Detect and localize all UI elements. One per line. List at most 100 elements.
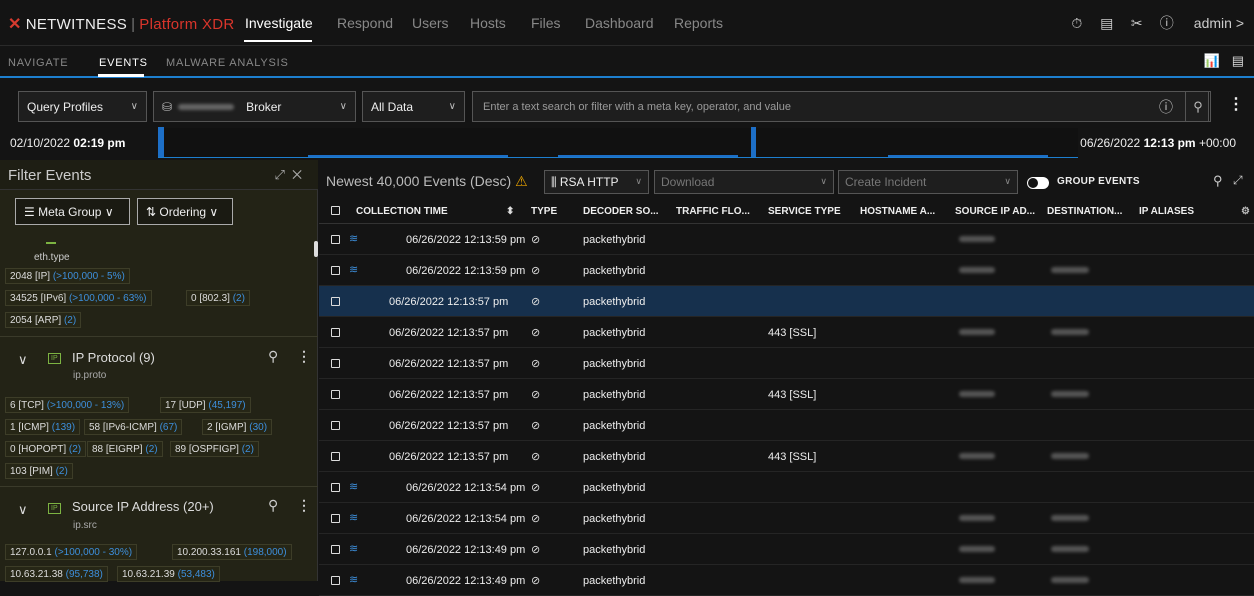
proto-chip[interactable]: 6 [TCP] (>100,000 - 13%) <box>5 397 130 413</box>
info-icon[interactable]: ⓘ <box>1159 97 1173 117</box>
src-chip[interactable]: 10.63.21.39 (53,483) <box>117 566 220 582</box>
src-chip[interactable]: 10.63.21.38 (95,738) <box>5 566 108 582</box>
nav-files[interactable]: Files <box>531 0 561 46</box>
row-checkbox[interactable] <box>331 545 340 554</box>
query-profiles-select[interactable]: Query Profiles ∨ <box>18 91 147 122</box>
row-checkbox[interactable] <box>331 297 340 306</box>
table-row[interactable]: ≋ 06/26/2022 12:13:59 pm ⊘ packethybrid <box>319 224 1254 255</box>
select-all-checkbox[interactable] <box>331 206 340 215</box>
search-icon[interactable]: ⚲ <box>1213 173 1223 189</box>
row-checkbox[interactable] <box>331 452 340 461</box>
table-row[interactable]: 06/26/2022 12:13:57 pm ⊘ packethybrid <box>319 348 1254 379</box>
help-icon[interactable]: ⓘ <box>1152 13 1182 33</box>
src-chip[interactable]: 127.0.0.1 (>100,000 - 30%) <box>5 544 138 560</box>
search-icon[interactable]: ⚲ <box>268 348 278 365</box>
col-hostname[interactable]: HOSTNAME A... <box>860 206 935 217</box>
col-ip-aliases[interactable]: IP ALIASES <box>1139 206 1194 217</box>
close-icon[interactable]: ✕ <box>292 167 302 182</box>
col-collection-time[interactable]: COLLECTION TIME <box>356 206 448 217</box>
nav-users[interactable]: Users <box>412 0 449 46</box>
eth-chip[interactable]: 34525 [IPv6] (>100,000 - 63%) <box>5 290 152 306</box>
ordering-button[interactable]: ⇅ Ordering ∨ <box>137 198 233 225</box>
ip-protocol-title[interactable]: IP Protocol (9) <box>72 350 155 365</box>
grouped-events-icon[interactable]: ≋ <box>349 542 358 555</box>
settings-icon[interactable]: ⚙ <box>1241 206 1250 217</box>
proto-chip[interactable]: 88 [EIGRP] (2) <box>87 441 163 457</box>
row-checkbox[interactable] <box>331 359 340 368</box>
proto-chip[interactable]: 89 [OSPFIGP] (2) <box>170 441 259 457</box>
src-chip[interactable]: 10.200.33.161 (198,000) <box>172 544 292 560</box>
sort-icon[interactable]: ⬍ <box>506 206 514 217</box>
data-range-select[interactable]: All Data ∨ <box>362 91 465 122</box>
table-row[interactable]: ≋ 06/26/2022 12:13:49 pm ⊘ packethybrid <box>319 534 1254 565</box>
timeline-chart[interactable] <box>158 127 1078 158</box>
row-checkbox[interactable] <box>331 390 340 399</box>
service-select[interactable]: ⛁ Broker ∨ <box>153 91 356 122</box>
col-type[interactable]: TYPE <box>531 206 557 217</box>
nav-dashboard[interactable]: Dashboard <box>585 0 654 46</box>
chart-icon[interactable]: 📊 <box>1204 53 1220 69</box>
grouped-events-icon[interactable]: ≋ <box>349 573 358 586</box>
expand-icon[interactable]: ⤢ <box>1233 173 1243 188</box>
col-service-type[interactable]: SERVICE TYPE <box>768 206 841 217</box>
search-icon[interactable]: ⚲ <box>268 497 278 514</box>
row-checkbox[interactable] <box>331 266 340 275</box>
sidebar-scrollbar[interactable] <box>314 241 318 257</box>
row-checkbox[interactable] <box>331 483 340 492</box>
col-destination[interactable]: DESTINATION... <box>1047 206 1122 217</box>
chevron-down-icon[interactable]: ∨ <box>18 502 28 518</box>
grouped-events-icon[interactable]: ≋ <box>349 263 358 276</box>
expand-icon[interactable]: ⤢ <box>274 167 284 182</box>
row-checkbox[interactable] <box>331 328 340 337</box>
eth-chip[interactable]: 0 [802.3] (2) <box>186 290 250 306</box>
user-menu[interactable]: admin > <box>1194 15 1244 31</box>
table-row[interactable]: ≋ 06/26/2022 12:13:59 pm ⊘ packethybrid <box>319 255 1254 286</box>
more-options-icon[interactable]: ⋮ <box>1228 94 1244 114</box>
tab-malware-analysis[interactable]: MALWARE ANALYSIS <box>166 57 289 69</box>
table-row[interactable]: 06/26/2022 12:13:57 pm ⊘ packethybrid 443 [… <box>319 441 1254 472</box>
proto-chip[interactable]: 58 [IPv6-ICMP] (67) <box>84 419 183 435</box>
create-incident-select[interactable]: Create Incident ∨ <box>838 170 1018 194</box>
tab-events[interactable]: EVENTS <box>99 57 148 69</box>
eth-chip[interactable]: 2048 [IP] (>100,000 - 5%) <box>5 268 130 284</box>
nav-respond[interactable]: Respond <box>337 0 393 46</box>
more-options-icon[interactable]: ⋮ <box>297 348 311 365</box>
query-input[interactable]: Enter a text search or filter with a met… <box>472 91 1209 122</box>
table-row[interactable]: 06/26/2022 12:13:57 pm ⊘ packethybrid 443 [… <box>319 379 1254 410</box>
column-profile-select[interactable]: ⫼ RSA HTTP ∨ <box>544 170 649 194</box>
row-checkbox[interactable] <box>331 235 340 244</box>
proto-chip[interactable]: 2 [IGMP] (30) <box>202 419 273 435</box>
group-events-toggle[interactable] <box>1027 177 1049 189</box>
more-options-icon[interactable]: ⋮ <box>297 497 311 514</box>
timer-icon[interactable]: ⏱ <box>1062 15 1092 32</box>
grouped-events-icon[interactable]: ≋ <box>349 232 358 245</box>
table-row[interactable]: 06/26/2022 12:13:57 pm ⊘ packethybrid <box>319 286 1254 317</box>
proto-chip[interactable]: 17 [UDP] (45,197) <box>160 397 251 413</box>
download-select[interactable]: Download ∨ <box>654 170 834 194</box>
tools-icon[interactable]: ✂ <box>1122 15 1152 32</box>
tab-navigate[interactable]: NAVIGATE <box>8 57 68 69</box>
col-source-ip[interactable]: SOURCE IP AD... <box>955 206 1035 217</box>
col-decoder-source[interactable]: DECODER SO... <box>583 206 659 217</box>
chevron-down-icon[interactable]: ∨ <box>18 352 28 368</box>
eth-chip[interactable]: 2054 [ARP] (2) <box>5 312 82 328</box>
source-ip-title[interactable]: Source IP Address (20+) <box>72 499 214 514</box>
table-row[interactable]: ≋ 06/26/2022 12:13:54 pm ⊘ packethybrid <box>319 503 1254 534</box>
meta-group-button[interactable]: ☰ Meta Group ∨ <box>15 198 130 225</box>
proto-chip[interactable]: 103 [PIM] (2) <box>5 463 73 479</box>
query-search-button[interactable]: ⚲ <box>1185 91 1211 122</box>
notes-icon[interactable]: ▤ <box>1092 15 1122 32</box>
notes-icon[interactable]: ▤ <box>1232 53 1244 69</box>
col-traffic-flow[interactable]: TRAFFIC FLO... <box>676 206 750 217</box>
grouped-events-icon[interactable]: ≋ <box>349 480 358 493</box>
proto-chip[interactable]: 0 [HOPOPT] (2) <box>5 441 87 457</box>
proto-chip[interactable]: 1 [ICMP] (139) <box>5 419 81 435</box>
table-row[interactable]: ≋ 06/26/2022 12:13:54 pm ⊘ packethybrid <box>319 472 1254 503</box>
nav-hosts[interactable]: Hosts <box>470 0 506 46</box>
grouped-events-icon[interactable]: ≋ <box>349 511 358 524</box>
nav-reports[interactable]: Reports <box>674 0 723 46</box>
table-row[interactable]: 06/26/2022 12:13:57 pm ⊘ packethybrid <box>319 410 1254 441</box>
row-checkbox[interactable] <box>331 421 340 430</box>
row-checkbox[interactable] <box>331 514 340 523</box>
table-row[interactable]: 06/26/2022 12:13:57 pm ⊘ packethybrid 443 [… <box>319 317 1254 348</box>
